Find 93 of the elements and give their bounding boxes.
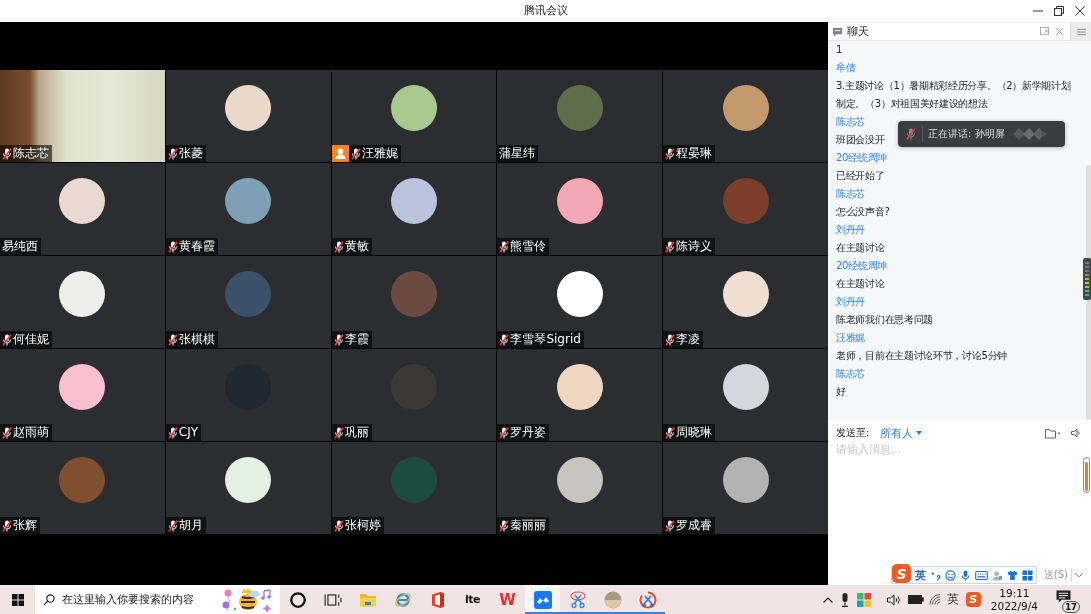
close-icon[interactable] (1075, 6, 1085, 16)
participant-name: 程晏琳 (676, 145, 713, 162)
participant-name: 李霞 (344, 331, 369, 348)
message-text: 班团会没开 (836, 133, 885, 147)
participant-name: 陈诗义 (676, 238, 713, 255)
message-text: 陈老师我们在思考问题 (836, 313, 933, 327)
message-text: 怎么没声音? (836, 205, 890, 219)
participant-name: 张柯婷 (344, 517, 381, 534)
participant-name: 罗成睿 (676, 517, 713, 534)
participant-name: 李雪琴Sigrid (510, 331, 581, 348)
message-text: 在主题讨论 (836, 241, 885, 255)
sender-name: 刘丹丹 (836, 295, 866, 309)
emoji-icon[interactable] (945, 569, 956, 581)
participant-name: 巩丽 (344, 424, 369, 441)
color-grid-icon[interactable] (856, 592, 871, 607)
windows-start-icon[interactable] (11, 593, 24, 606)
wifi-icon[interactable] (928, 594, 942, 605)
person-icon[interactable] (992, 569, 1003, 581)
participant-name: 黄春霞 (178, 238, 215, 255)
sender-name: 20经统周坤 (836, 259, 887, 273)
recipient-dropdown[interactable]: 所有人 (880, 425, 923, 441)
menu-icon (1076, 27, 1086, 36)
message-text: 3.主题讨论（1）暑期精彩经历分享。（2）新学期计划制定。（3）对祖国美好建设的想法 (836, 79, 1072, 111)
speaker-icon[interactable] (1071, 428, 1081, 438)
chat-title: 聊天 (847, 24, 869, 39)
microphone-icon[interactable] (840, 592, 849, 607)
chevron-down-icon[interactable] (1075, 572, 1083, 578)
scissors-icon (568, 590, 587, 609)
participant-name: 赵雨萌 (13, 424, 49, 441)
taskbar-button[interactable]: lte (455, 585, 490, 614)
participant-name: 周晓琳 (676, 424, 713, 441)
participant-name: CJY (178, 424, 199, 441)
participant-name: 罗丹姿 (510, 424, 547, 441)
ime-logo[interactable]: S (892, 564, 911, 583)
clock-date[interactable]: 2022/9/4 (990, 599, 1038, 613)
participant-name: 易纯西 (2, 238, 38, 255)
message-text: 在主题讨论 (836, 277, 885, 291)
grid-icon[interactable] (1022, 569, 1033, 581)
app-logo-text: W (499, 590, 516, 609)
participant-name: 黄敏 (344, 238, 369, 255)
ime-indicator[interactable]: 英 (946, 591, 959, 608)
notification-icon[interactable] (1056, 589, 1071, 604)
search-input[interactable]: 在这里输入你要搜索的内容 (62, 593, 212, 606)
participant-name: 熊雪伶 (510, 238, 547, 255)
message-text: 老师，目前在主题讨论环节，讨论5分钟 (836, 349, 1007, 363)
window-title: 腾讯会议 (523, 4, 568, 18)
participant-name: 胡月 (178, 517, 203, 534)
taskbar-button[interactable]: W (490, 585, 525, 614)
message-text: 已经开始了 (836, 169, 885, 183)
circle-icon (288, 590, 307, 609)
shirt-icon[interactable] (1007, 569, 1018, 581)
clock-time[interactable]: 19:11 (999, 586, 1030, 600)
audio-meter-icon (1083, 258, 1091, 300)
participant-name: 李凌 (676, 331, 701, 348)
participant-name: 汪雅娓 (361, 145, 398, 162)
message-text: 好 (836, 385, 846, 399)
speaking-text: 正在讲话: 孙明屏 (928, 127, 1005, 141)
message-text: 1 (836, 43, 843, 57)
scissors-icon (638, 590, 657, 609)
caret-icon (916, 431, 923, 435)
meeting-app-icon (533, 590, 552, 609)
participant-name: 张菱 (178, 145, 203, 162)
sender-name: 20经统周坤 (836, 151, 887, 165)
photo-app-icon (603, 590, 622, 609)
send-to-label: 发送至: (836, 426, 870, 440)
sender-name: 陈志芯 (836, 187, 866, 201)
participant-name: 何佳妮 (13, 331, 49, 348)
app-logo-text: lte (465, 593, 480, 606)
sender-name: 汪雅娓 (836, 331, 866, 345)
participant-name: 张辉 (13, 517, 37, 534)
mic-muted-icon (906, 128, 916, 140)
search-field[interactable]: 在这里输入你要搜索的内容 (35, 585, 280, 614)
ime-logo[interactable]: S (965, 592, 981, 607)
participant-name: 秦丽丽 (510, 517, 547, 534)
speaker-icon[interactable] (886, 593, 901, 606)
folder-icon[interactable] (1045, 427, 1061, 439)
sender-name: 陈志芯 (836, 115, 866, 129)
sender-name: 陈志芯 (836, 367, 866, 381)
battery-icon[interactable] (907, 595, 924, 604)
search-icon[interactable] (43, 593, 55, 606)
sender-name: 牟倩 (836, 61, 856, 75)
participant-name: 陈志芯 (13, 145, 49, 162)
mosaic-icon (1012, 127, 1047, 141)
notification-count: 17 (1062, 600, 1080, 613)
restore-icon[interactable] (1054, 6, 1064, 16)
participant-name: 蒲星纬 (499, 145, 536, 162)
chevron-up-icon[interactable] (822, 596, 833, 603)
ime-mode-toggle[interactable]: 英 (915, 567, 926, 583)
sender-name: 刘丹丹 (836, 223, 866, 237)
browser-icon (393, 590, 412, 609)
keyboard-icon[interactable] (975, 569, 988, 581)
participant-name: 张棋棋 (178, 331, 215, 348)
chat-bubble-icon (832, 26, 843, 37)
